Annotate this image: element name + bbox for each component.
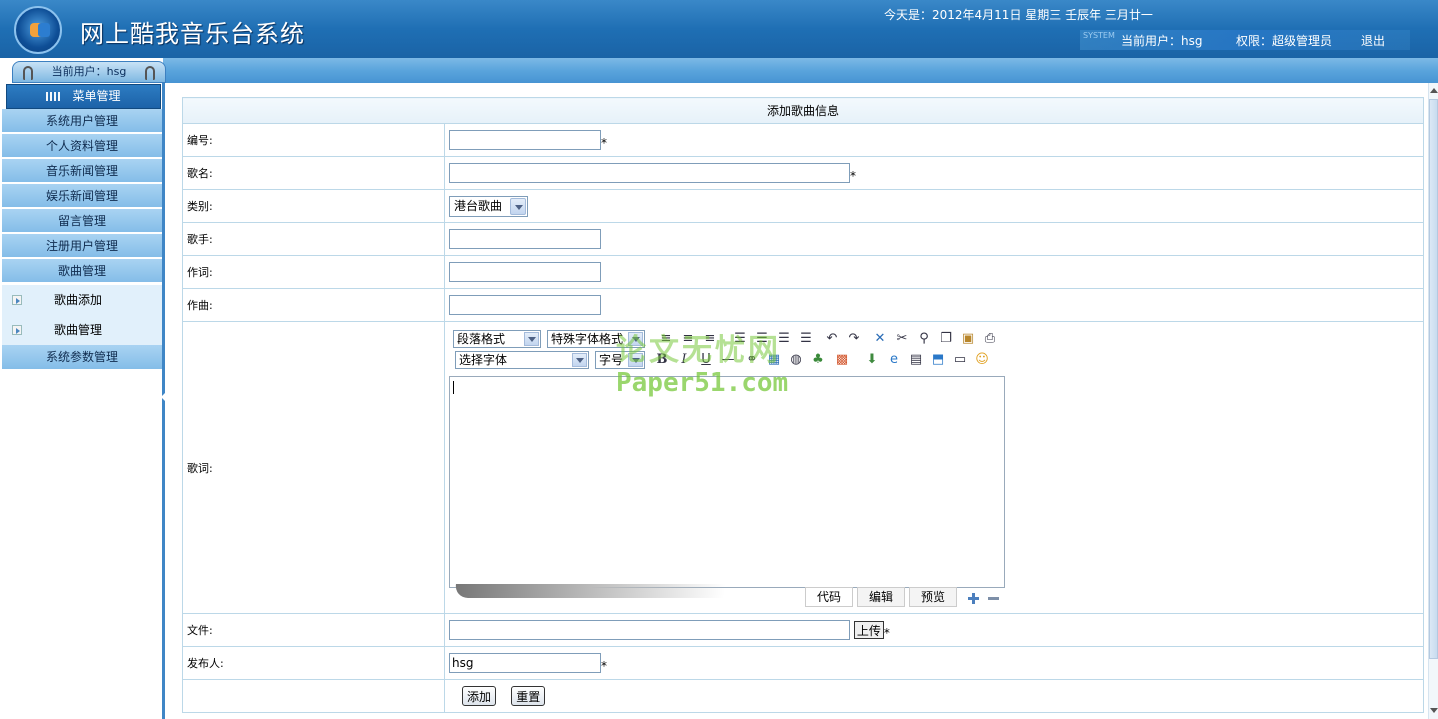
font-select[interactable]: 选择字体 [455, 351, 589, 369]
sidebar-item-profile[interactable]: 个人资料管理 [2, 134, 162, 158]
app-header: 网上酷我音乐台系统 今天是：2012年4月11日 星期三 壬辰年 三月廿一 SY… [0, 0, 1438, 58]
add-button[interactable]: 添加 [462, 686, 497, 706]
text-caret [453, 381, 454, 394]
id-input[interactable] [449, 130, 601, 150]
lyrics-editor-area[interactable] [449, 376, 1005, 588]
sidebar-subitem-label: 歌曲添加 [54, 293, 103, 307]
scroll-up-icon[interactable] [1429, 85, 1438, 97]
menu-header-label: 菜单管理 [72, 89, 121, 103]
paste-icon[interactable]: ▣ [959, 330, 977, 348]
sidebar-item-system-params[interactable]: 系统参数管理 [2, 345, 162, 370]
watermark-url: Paper51.com [616, 368, 789, 398]
sidebar-subitem-manage-songs[interactable]: 歌曲管理 [2, 315, 162, 345]
date-display: 今天是：2012年4月11日 星期三 壬辰年 三月廿一 [884, 8, 1153, 22]
chevron-down-icon [524, 332, 539, 346]
form-caption: 添加歌曲信息 [182, 97, 1424, 124]
publisher-label: 发布人: [182, 646, 445, 680]
reset-button[interactable]: 重置 [511, 686, 546, 706]
sidebar-user-tab: 当前用户：hsg [12, 61, 166, 83]
lyricist-label: 作词: [182, 255, 445, 289]
color-grid-icon[interactable]: ▩ [833, 351, 851, 369]
tab-preview[interactable]: 预览 [909, 587, 957, 607]
sidebar-item-registered-users[interactable]: 注册用户管理 [2, 234, 162, 258]
nav-strip [0, 58, 1438, 83]
current-user-label: 当前用户：hsg [1121, 34, 1203, 48]
shrink-editor-icon[interactable] [987, 592, 1000, 605]
emoticon-icon[interactable]: ☺ [973, 351, 991, 369]
scroll-down-icon[interactable] [1429, 705, 1438, 717]
file-input[interactable] [449, 620, 850, 640]
sidebar-item-system-users[interactable]: 系统用户管理 [2, 109, 162, 133]
tab-edit[interactable]: 编辑 [857, 587, 905, 607]
logout-link[interactable]: 退出 [1361, 32, 1385, 49]
bullet-arrow-icon [12, 325, 22, 335]
outdent-icon[interactable]: ☰ [797, 330, 815, 348]
logo-icon [14, 6, 62, 54]
required-mark: * [601, 136, 607, 150]
file-label: 文件: [182, 613, 445, 647]
print-icon[interactable]: ⎙ [981, 330, 999, 348]
redo-icon[interactable]: ↷ [845, 330, 863, 348]
chevron-down-icon [572, 353, 587, 367]
find-icon[interactable]: ⚲ [915, 330, 933, 348]
composer-label: 作曲: [182, 288, 445, 322]
composer-input[interactable] [449, 295, 601, 315]
menu-grid-icon [46, 92, 61, 101]
font-value: 选择字体 [459, 353, 508, 367]
media-icon[interactable]: ♣ [809, 351, 827, 369]
table-icon[interactable]: ▤ [907, 351, 925, 369]
singer-input[interactable] [449, 229, 601, 249]
flash-icon[interactable]: ◍ [787, 351, 805, 369]
cut-icon[interactable]: ✂ [893, 330, 911, 348]
main-content: 添加歌曲信息 编号: * 歌名: * 类别: 港台歌曲 歌手: 作词: 作曲: … [166, 83, 1428, 719]
sidebar-item-music-news[interactable]: 音乐新闻管理 [2, 159, 162, 183]
copy-icon[interactable]: ❐ [937, 330, 955, 348]
publisher-input[interactable] [449, 653, 601, 673]
sidebar-item-songs[interactable]: 歌曲管理 [2, 259, 162, 283]
browser-icon[interactable]: e [885, 351, 903, 369]
bullet-arrow-icon [12, 295, 22, 305]
sidebar-item-entertainment-news[interactable]: 娱乐新闻管理 [2, 184, 162, 208]
song-name-input[interactable] [449, 163, 850, 183]
singer-label: 歌手: [182, 222, 445, 256]
sidebar-subitem-add-song[interactable]: 歌曲添加 [2, 285, 162, 315]
download-icon[interactable]: ⬇ [863, 351, 881, 369]
sidebar-user-label: 当前用户：hsg [51, 65, 127, 78]
lyrics-label: 歌词: [182, 321, 445, 614]
paragraph-format-value: 段落格式 [457, 332, 506, 346]
category-select[interactable]: 港台歌曲 [449, 195, 528, 217]
system-tag: SYSTEM [1083, 31, 1115, 40]
ring-icon [145, 66, 155, 80]
editor-shadow [454, 584, 726, 598]
empty-label [182, 679, 445, 713]
delete-icon[interactable]: ✕ [871, 330, 889, 348]
tab-code[interactable]: 代码 [805, 587, 853, 607]
ring-icon [23, 66, 33, 80]
chevron-down-icon [510, 197, 526, 215]
scrollbar-thumb[interactable] [1429, 99, 1438, 659]
menu-header[interactable]: 菜单管理 [6, 84, 161, 109]
category-value: 港台歌曲 [454, 198, 503, 213]
lyricist-input[interactable] [449, 262, 601, 282]
upload-button[interactable]: 上传 [853, 621, 884, 639]
add-song-form: 添加歌曲信息 编号: * 歌名: * 类别: 港台歌曲 歌手: 作词: 作曲: … [182, 97, 1424, 713]
name-label: 歌名: [182, 156, 445, 190]
category-label: 类别: [182, 189, 445, 223]
special-format-value: 特殊字体格式 [551, 332, 624, 346]
paragraph-format-select[interactable]: 段落格式 [453, 330, 541, 348]
sidebar-item-messages[interactable]: 留言管理 [2, 209, 162, 233]
undo-icon[interactable]: ↶ [823, 330, 841, 348]
required-mark: * [601, 659, 607, 673]
watermark-text: 论文无忧网 [616, 333, 781, 368]
app-title: 网上酷我音乐台系统 [80, 20, 305, 48]
permission-label: 权限：超级管理员 [1236, 34, 1333, 48]
sidebar-subitem-label: 歌曲管理 [54, 323, 103, 337]
vertical-scrollbar[interactable] [1428, 83, 1438, 719]
id-label: 编号: [182, 123, 445, 157]
insert-file-icon[interactable]: ⬒ [929, 351, 947, 369]
required-mark: * [883, 626, 890, 640]
enlarge-editor-icon[interactable] [967, 592, 980, 605]
date-icon[interactable]: ▭ [951, 351, 969, 369]
required-mark: * [850, 169, 856, 183]
